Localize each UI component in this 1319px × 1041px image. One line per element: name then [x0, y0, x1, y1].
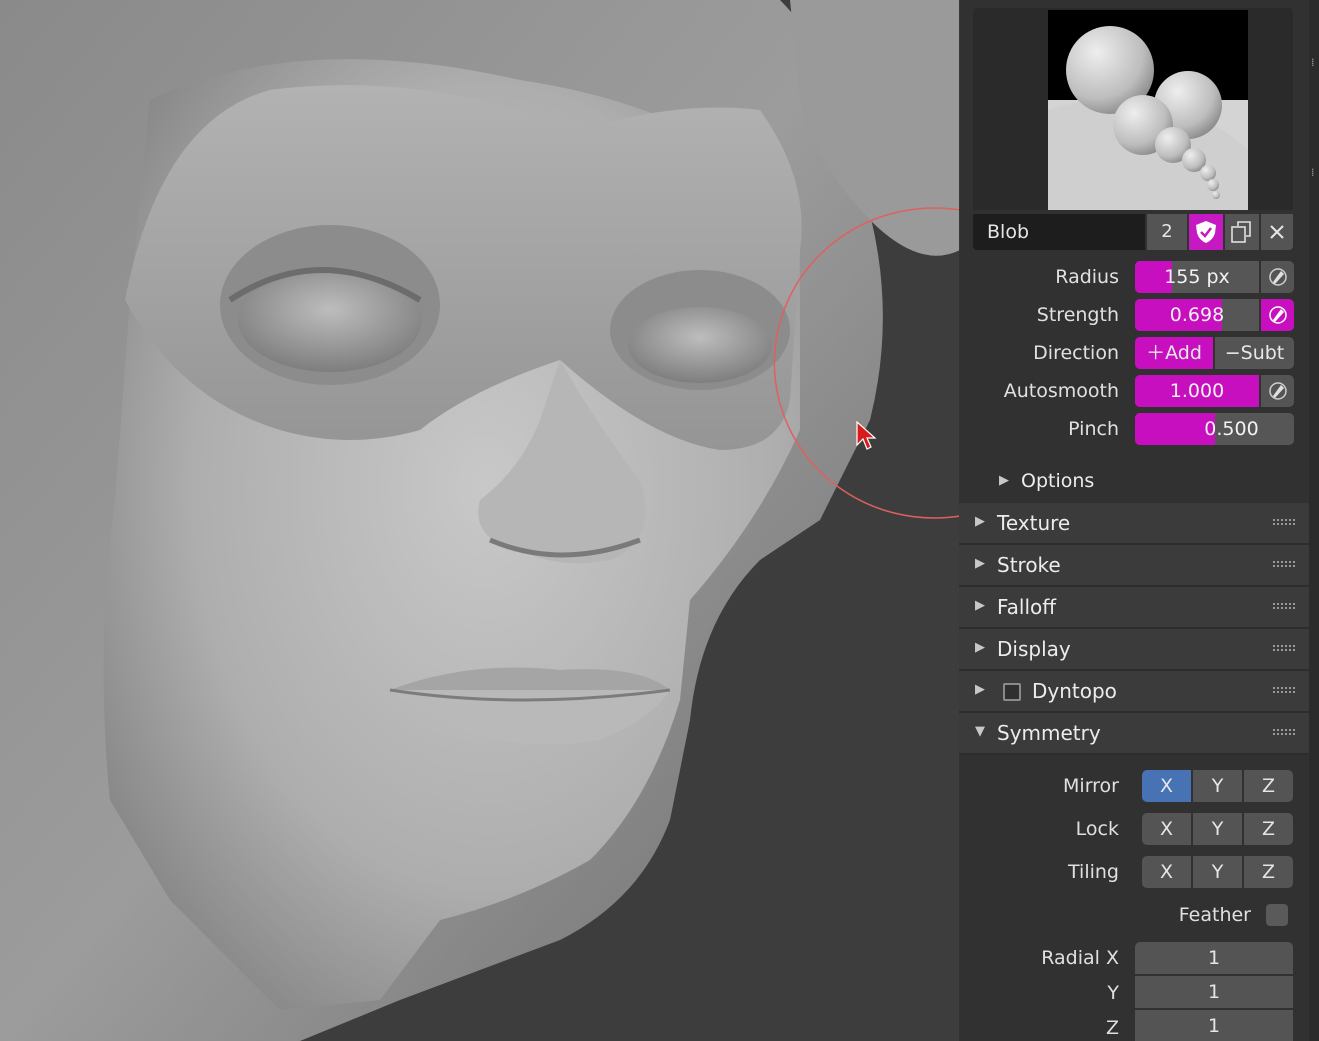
- sidebar-tab-icon[interactable]: ⁞: [1311, 56, 1317, 70]
- section-texture[interactable]: ▶ Texture: [959, 503, 1309, 545]
- minus-icon: −: [1224, 342, 1241, 364]
- radius-value: 155 px: [1164, 266, 1230, 288]
- autosmooth-value: 1.000: [1169, 380, 1225, 402]
- tiling-z-button[interactable]: Z: [1244, 856, 1293, 888]
- section-display[interactable]: ▶ Display: [959, 629, 1309, 671]
- drag-handle-icon[interactable]: [1273, 645, 1295, 653]
- options-subpanel-header[interactable]: ▶ Options: [959, 462, 1309, 500]
- pinch-slider[interactable]: 0.500: [1135, 413, 1294, 445]
- sidebar-tabs-strip[interactable]: ⁞ ⁞: [1309, 0, 1319, 1041]
- strength-label: Strength: [1036, 304, 1119, 326]
- tiling-label: Tiling: [1068, 861, 1119, 883]
- chevron-right-icon: ▶: [975, 640, 985, 655]
- chevron-right-icon: ▶: [975, 682, 985, 697]
- brush-settings-panel: Blob 2 Radius 155 px Strength 0.698 Dire…: [959, 0, 1309, 1041]
- pinch-value: 0.500: [1204, 418, 1259, 440]
- section-falloff[interactable]: ▶ Falloff: [959, 587, 1309, 629]
- section-symmetry[interactable]: ▼ Symmetry: [959, 713, 1309, 755]
- drag-handle-icon[interactable]: [1273, 729, 1295, 737]
- section-dyntopo[interactable]: ▶ Dyntopo: [959, 671, 1309, 713]
- drag-handle-icon[interactable]: [1273, 519, 1295, 527]
- sculpt-head-render: [0, 0, 960, 1041]
- direction-add-button[interactable]: ＋Add: [1135, 337, 1213, 369]
- direction-subtract-button[interactable]: −Subt: [1215, 337, 1294, 369]
- autosmooth-label: Autosmooth: [1003, 380, 1119, 402]
- radius-pressure-toggle[interactable]: [1261, 261, 1294, 293]
- close-icon: [1270, 225, 1284, 239]
- duplicate-brush-button[interactable]: [1225, 214, 1259, 250]
- radial-y-field[interactable]: 1: [1135, 976, 1293, 1008]
- chevron-down-icon: ▼: [975, 724, 985, 739]
- radius-label: Radius: [1055, 266, 1119, 288]
- drag-handle-icon[interactable]: [1273, 687, 1295, 695]
- feather-checkbox[interactable]: [1266, 904, 1288, 926]
- tiling-x-button[interactable]: X: [1142, 856, 1191, 888]
- shield-icon: [1196, 221, 1216, 243]
- duplicate-icon: [1231, 221, 1251, 243]
- unlink-brush-button[interactable]: [1261, 214, 1293, 250]
- brush-users-count[interactable]: 2: [1147, 214, 1187, 250]
- chevron-right-icon: ▶: [975, 556, 985, 571]
- brush-datablock-row: Blob 2: [973, 214, 1293, 250]
- pinch-label: Pinch: [1068, 418, 1119, 440]
- radial-z-label: Z: [1105, 1017, 1119, 1039]
- autosmooth-pressure-toggle[interactable]: [1261, 375, 1294, 407]
- mouse-cursor-icon: [856, 421, 877, 450]
- brush-name-field[interactable]: Blob: [973, 214, 1145, 250]
- radial-x-label: Radial X: [1041, 947, 1119, 969]
- radial-x-field[interactable]: 1: [1135, 942, 1293, 974]
- mirror-x-button[interactable]: X: [1142, 770, 1191, 802]
- plus-icon: ＋: [1146, 342, 1166, 364]
- chevron-right-icon: ▶: [975, 598, 985, 613]
- lock-x-button[interactable]: X: [1142, 813, 1191, 845]
- lock-z-button[interactable]: Z: [1244, 813, 1293, 845]
- strength-pressure-toggle[interactable]: [1261, 299, 1294, 331]
- pen-pressure-icon: [1269, 268, 1287, 286]
- feather-label: Feather: [1178, 904, 1251, 926]
- chevron-right-icon: ▶: [999, 473, 1009, 488]
- direction-label: Direction: [1033, 342, 1119, 364]
- mirror-y-button[interactable]: Y: [1193, 770, 1242, 802]
- mirror-z-button[interactable]: Z: [1244, 770, 1293, 802]
- tiling-y-button[interactable]: Y: [1193, 856, 1242, 888]
- brush-preview-thumbnail[interactable]: [1048, 10, 1248, 210]
- radius-slider[interactable]: 155 px: [1135, 261, 1259, 293]
- brush-preview-area[interactable]: [973, 8, 1293, 210]
- sidebar-tab-icon[interactable]: ⁞: [1311, 166, 1317, 180]
- strength-slider[interactable]: 0.698: [1135, 299, 1259, 331]
- autosmooth-slider[interactable]: 1.000: [1135, 375, 1259, 407]
- lock-label: Lock: [1075, 818, 1119, 840]
- pen-pressure-icon: [1269, 306, 1287, 324]
- drag-handle-icon[interactable]: [1273, 603, 1295, 611]
- strength-value: 0.698: [1169, 304, 1225, 326]
- mirror-label: Mirror: [1063, 775, 1119, 797]
- dyntopo-checkbox[interactable]: [1003, 683, 1021, 701]
- pen-pressure-icon: [1269, 382, 1287, 400]
- 3d-viewport[interactable]: [0, 0, 960, 1041]
- section-stroke[interactable]: ▶ Stroke: [959, 545, 1309, 587]
- drag-handle-icon[interactable]: [1273, 561, 1295, 569]
- fake-user-button[interactable]: [1189, 214, 1223, 250]
- lock-y-button[interactable]: Y: [1193, 813, 1242, 845]
- radial-z-field[interactable]: 1: [1135, 1010, 1293, 1041]
- chevron-right-icon: ▶: [975, 514, 985, 529]
- radial-y-label: Y: [1107, 982, 1119, 1004]
